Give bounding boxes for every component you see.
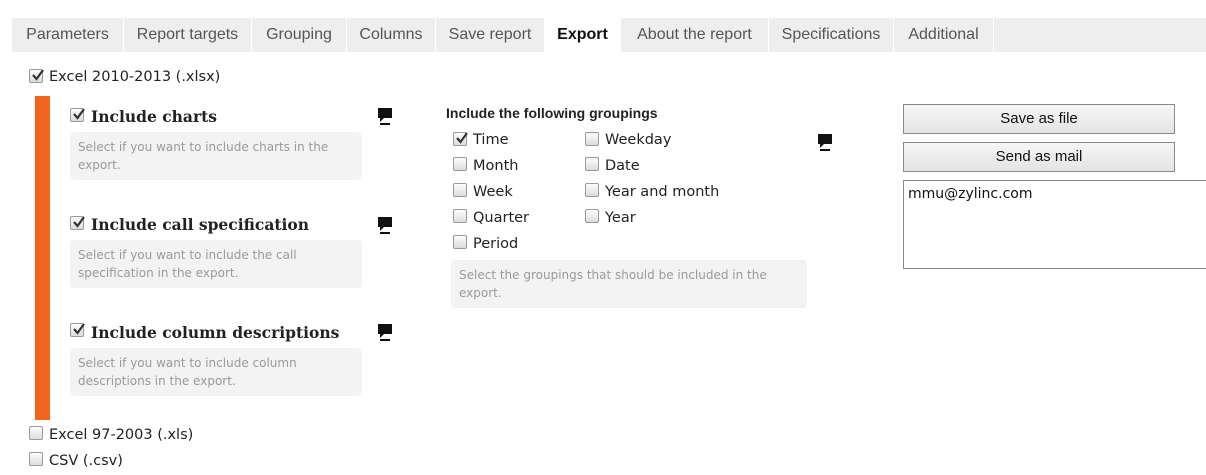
grouping-year-label: Year: [605, 210, 636, 226]
grouping-date-label: Date: [605, 158, 640, 174]
include-call-specification-checkbox[interactable]: [70, 216, 85, 230]
grouping-month-label: Month: [473, 158, 519, 174]
tab-save-report[interactable]: Save report: [436, 18, 545, 52]
include-call-specification-help: Select if you want to include the call s…: [70, 240, 362, 288]
checkmark-icon: [73, 323, 85, 335]
tab-specifications[interactable]: Specifications: [769, 18, 894, 52]
checkmark-icon: [456, 132, 468, 144]
format-xls-label: Excel 97-2003 (.xls): [49, 427, 194, 443]
groupings-help: Select the groupings that should be incl…: [451, 260, 807, 308]
tab-export[interactable]: Export: [545, 18, 621, 52]
checkmark-icon: [73, 216, 85, 228]
checkmark-icon: [32, 69, 44, 81]
grouping-time-label: Time: [473, 132, 509, 148]
tab-bar: Parameters Report targets Grouping Colum…: [12, 18, 1206, 52]
grouping-year-checkbox[interactable]: [585, 209, 599, 223]
format-xlsx-label: Excel 2010-2013 (.xlsx): [49, 69, 221, 85]
grouping-period-label: Period: [473, 236, 519, 252]
grouping-period-checkbox[interactable]: [453, 235, 467, 249]
include-column-descriptions-help: Select if you want to include column des…: [70, 348, 362, 396]
chat-bubble-icon[interactable]: [378, 108, 392, 126]
grouping-quarter-checkbox[interactable]: [453, 209, 467, 223]
chat-bubble-icon[interactable]: [378, 324, 392, 342]
tab-report-targets[interactable]: Report targets: [124, 18, 252, 52]
include-column-descriptions-label: Include column descriptions: [91, 323, 340, 342]
tab-about-the-report[interactable]: About the report: [621, 18, 769, 52]
tab-columns[interactable]: Columns: [347, 18, 436, 52]
mail-recipient-input[interactable]: mmu@zylinc.com: [903, 180, 1206, 269]
grouping-quarter-label: Quarter: [473, 210, 530, 226]
include-charts-checkbox[interactable]: [70, 108, 85, 122]
format-xlsx-checkbox[interactable]: [29, 69, 44, 83]
format-xls-checkbox[interactable]: [29, 426, 43, 440]
tab-parameters[interactable]: Parameters: [12, 18, 124, 52]
include-column-descriptions-checkbox[interactable]: [70, 323, 85, 337]
grouping-week-label: Week: [473, 184, 513, 200]
grouping-week-checkbox[interactable]: [453, 183, 467, 197]
format-csv-checkbox[interactable]: [29, 452, 43, 466]
tab-additional[interactable]: Additional: [894, 18, 994, 52]
include-charts-label: Include charts: [91, 107, 218, 126]
chat-bubble-icon[interactable]: [378, 217, 392, 235]
checkmark-icon: [73, 108, 85, 120]
xlsx-options-accent-bar: [35, 96, 50, 420]
send-as-mail-button[interactable]: Send as mail: [903, 142, 1175, 172]
grouping-weekday-label: Weekday: [605, 132, 672, 148]
include-charts-help: Select if you want to include charts in …: [70, 132, 362, 180]
chat-bubble-icon[interactable]: [818, 134, 832, 152]
grouping-weekday-checkbox[interactable]: [585, 132, 599, 146]
format-csv-label: CSV (.csv): [49, 453, 123, 469]
include-call-specification-label: Include call specification: [91, 215, 310, 234]
groupings-heading: Include the following groupings: [446, 105, 658, 121]
grouping-year-and-month-label: Year and month: [605, 184, 720, 200]
save-as-file-button[interactable]: Save as file: [903, 104, 1175, 134]
grouping-date-checkbox[interactable]: [585, 157, 599, 171]
grouping-month-checkbox[interactable]: [453, 157, 467, 171]
grouping-time-checkbox[interactable]: [453, 132, 468, 146]
grouping-year-and-month-checkbox[interactable]: [585, 183, 599, 197]
tab-grouping[interactable]: Grouping: [252, 18, 347, 52]
